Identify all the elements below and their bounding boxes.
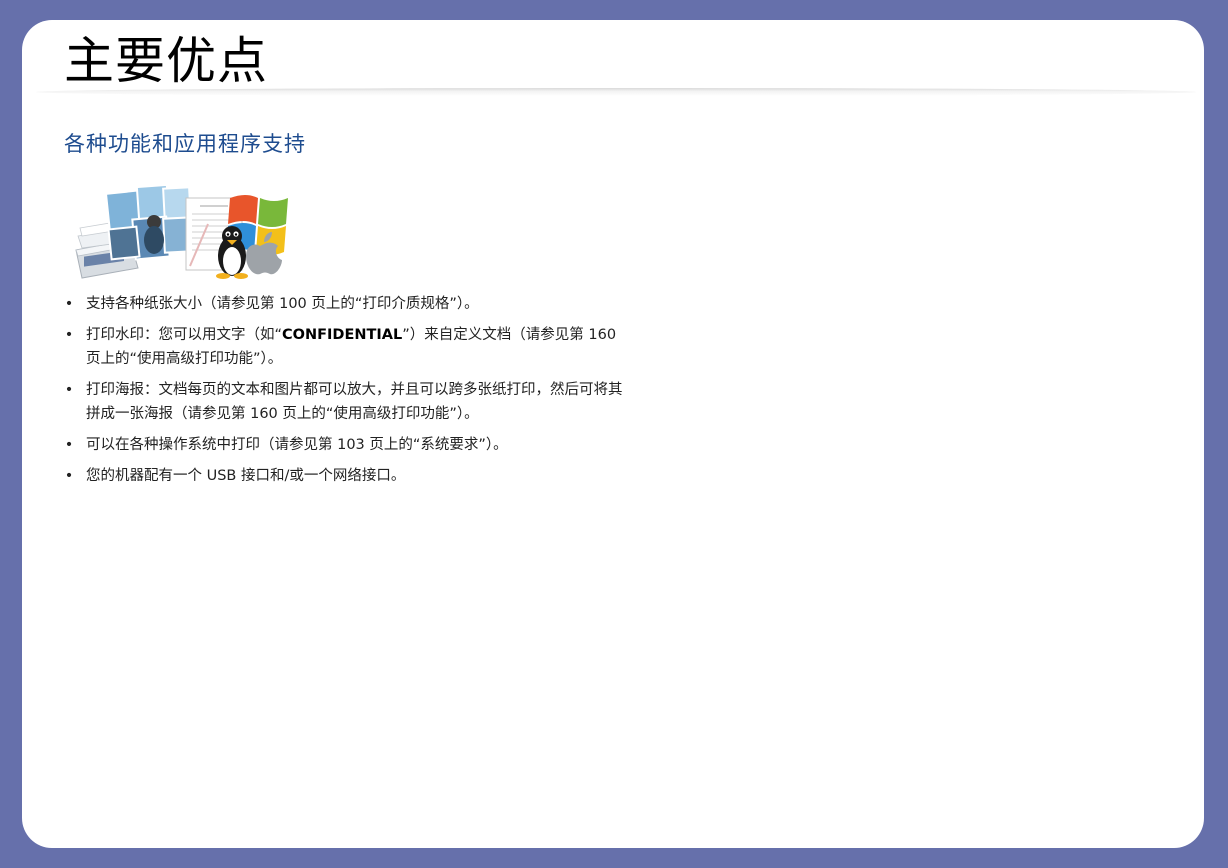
bullet-icon: • — [64, 468, 74, 484]
list-item-text: 支持各种纸张大小（请参见第 100 页上的“打印介质规格”）。 — [86, 296, 479, 312]
os-support-illustration — [75, 184, 288, 279]
list-item: • 打印海报：文档每页的文本和图片都可以放大，并且可以跨多张纸打印，然后可将其拼… — [64, 378, 624, 426]
emphasis-text: CONFIDENTIAL — [282, 327, 403, 343]
page-title: 主要优点 — [64, 32, 268, 90]
list-item: • 打印水印：您可以用文字（如“CONFIDENTIAL”）来自定义文档（请参见… — [64, 323, 624, 371]
bullet-icon: • — [64, 382, 74, 398]
list-item: • 支持各种纸张大小（请参见第 100 页上的“打印介质规格”）。 — [64, 292, 624, 316]
feature-list: • 支持各种纸张大小（请参见第 100 页上的“打印介质规格”）。 • 打印水印… — [64, 292, 624, 495]
list-item: • 可以在各种操作系统中打印（请参见第 103 页上的“系统要求”）。 — [64, 433, 624, 457]
list-item-text: 打印水印：您可以用文字（如“ — [86, 327, 283, 343]
photo-collage-icon — [104, 184, 194, 261]
bullet-icon: • — [64, 296, 74, 312]
list-item-text: 打印海报：文档每页的文本和图片都可以放大，并且可以跨多张纸打印，然后可将其拼成一… — [86, 382, 623, 422]
section-heading: 各种功能和应用程序支持 — [64, 132, 306, 156]
bullet-icon: • — [64, 327, 74, 343]
list-item: • 您的机器配有一个 USB 接口和/或一个网络接口。 — [64, 464, 624, 488]
bullet-icon: • — [64, 437, 74, 453]
page-panel: 主要优点 各种功能和应用程序支持 • 支持各种纸张大小（请参见第 100 页上的… — [22, 20, 1204, 848]
list-item-text: 可以在各种操作系统中打印（请参见第 103 页上的“系统要求”）。 — [86, 437, 508, 453]
list-item-text: 您的机器配有一个 USB 接口和/或一个网络接口。 — [86, 468, 406, 484]
title-divider — [36, 88, 1196, 96]
